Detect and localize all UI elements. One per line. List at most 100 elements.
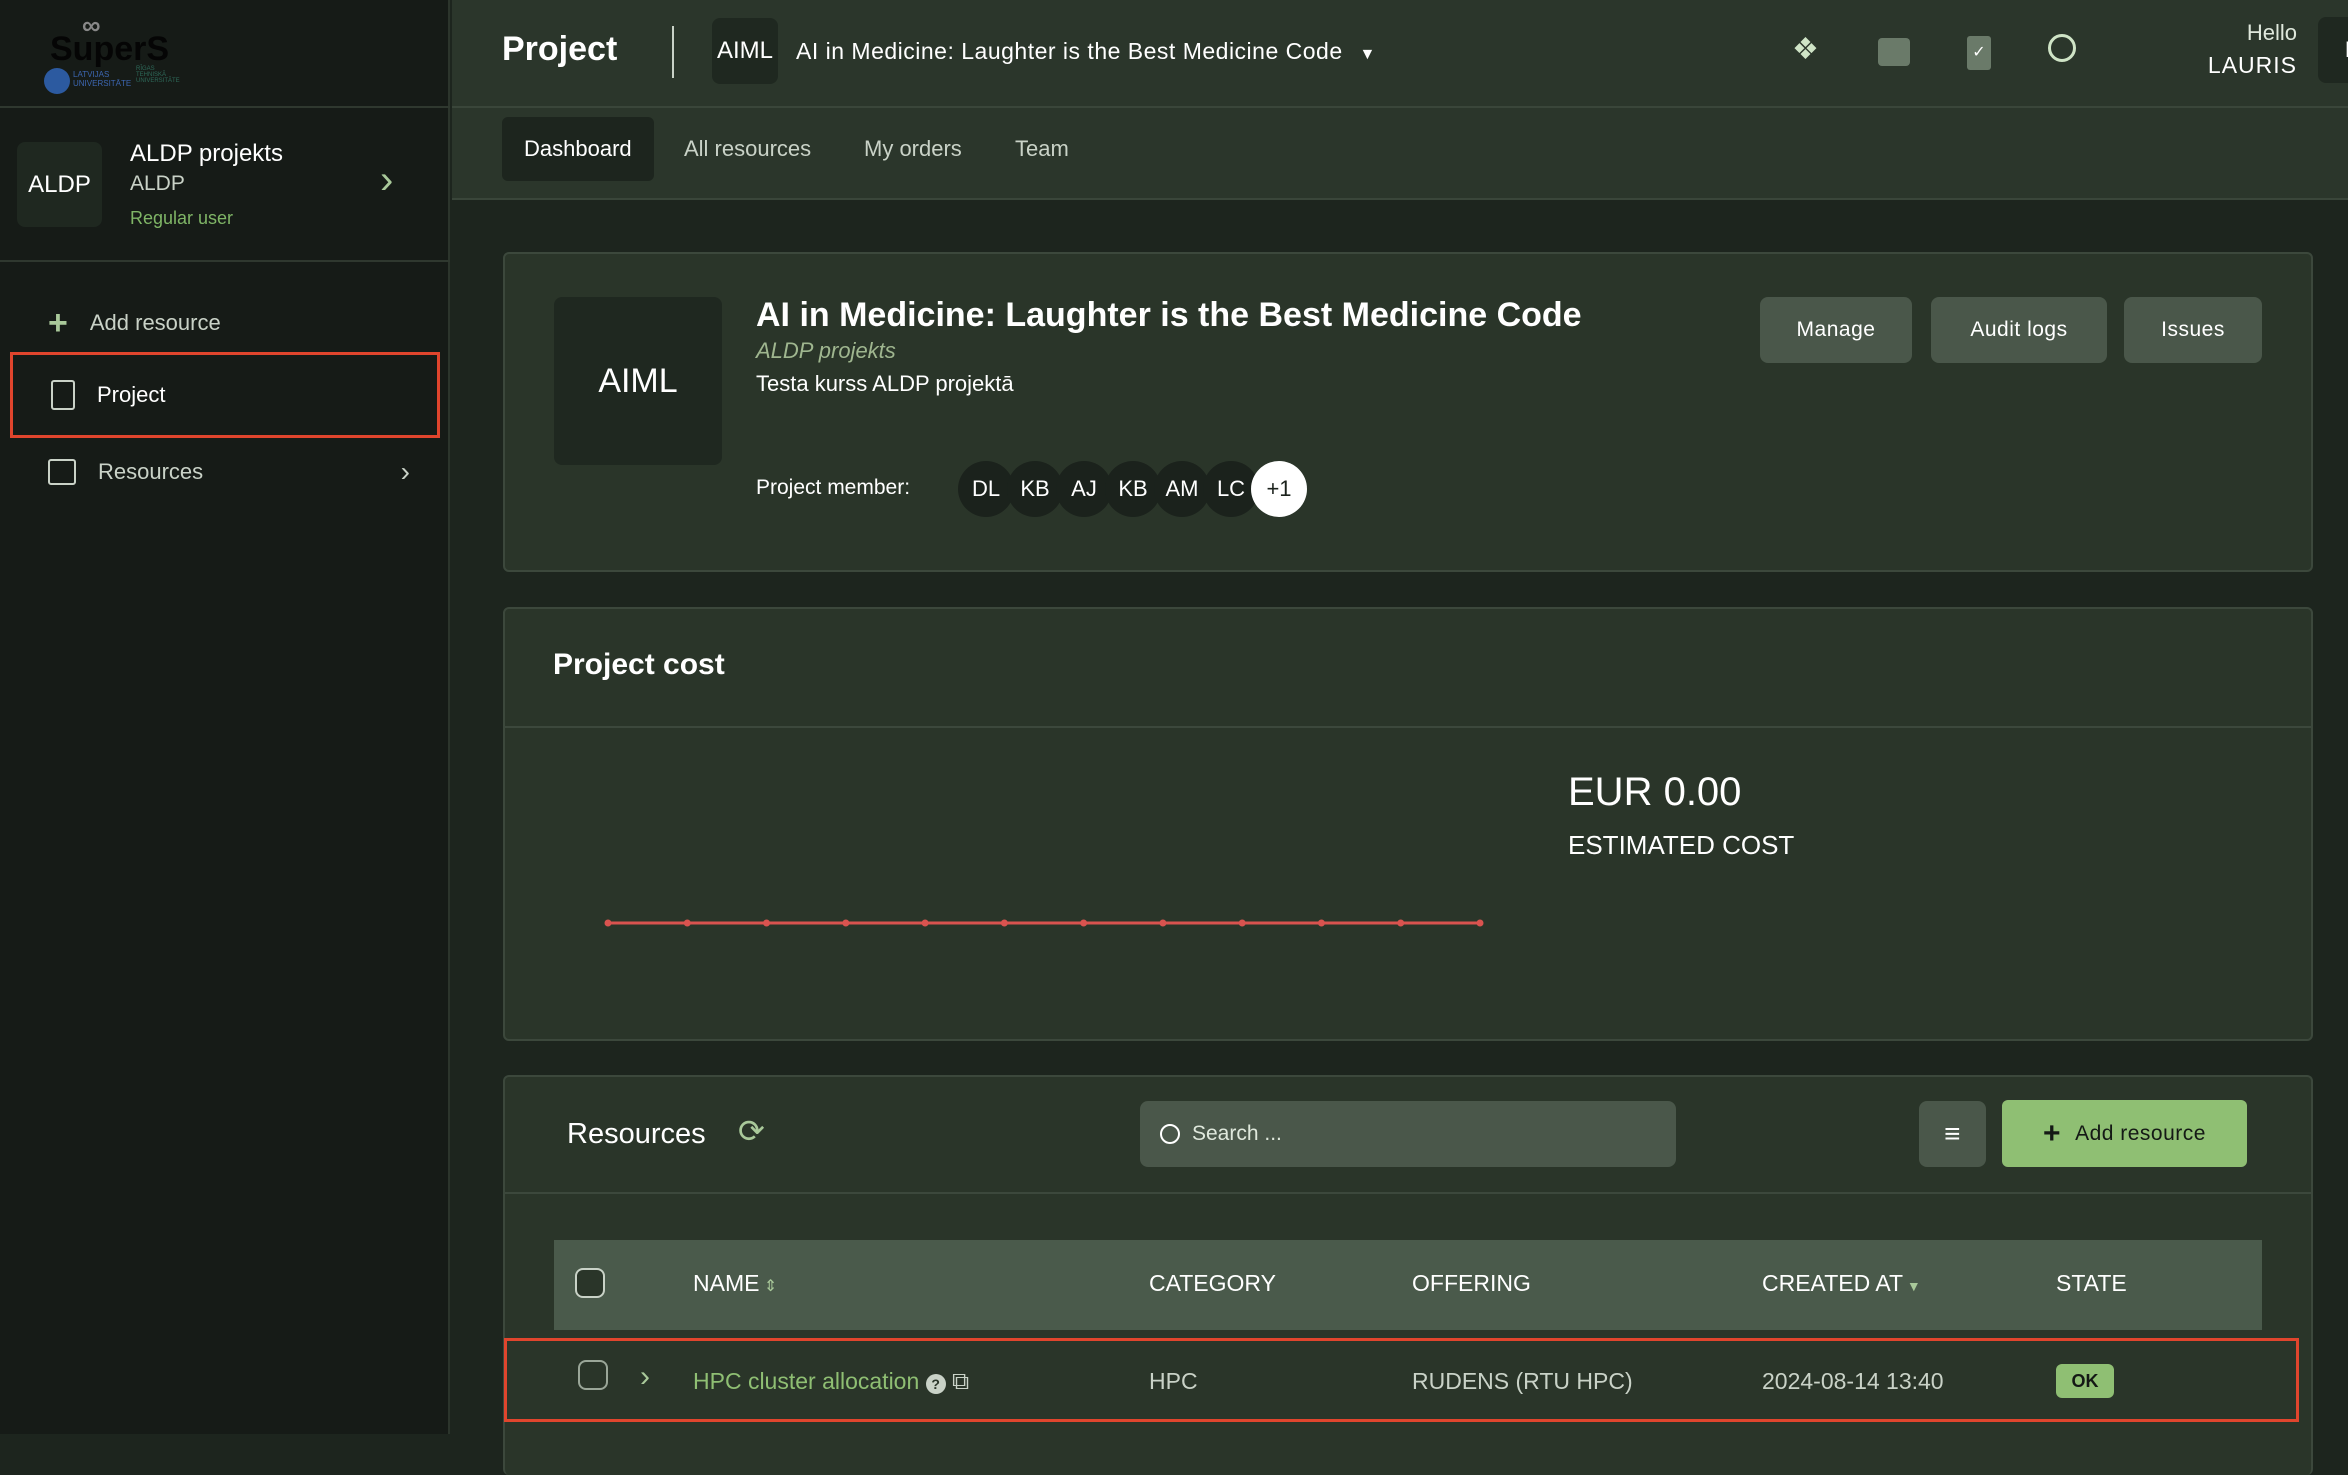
clipboard-icon [51,380,75,410]
resource-created-at: 2024-08-14 13:40 [1762,1368,1944,1394]
expand-row-icon[interactable]: › [640,1360,650,1394]
top-bar: Project AIML AI in Medicine: Laughter is… [452,0,2348,108]
column-category[interactable]: CATEGORY [1149,1270,1276,1297]
page-title: Project [502,30,618,68]
logo-text: SuperS [50,30,170,68]
estimated-cost-label: ESTIMATED COST [1568,830,1795,860]
project-title: AI in Medicine: Laughter is the Best Med… [756,296,1582,334]
select-all-checkbox[interactable] [575,1268,605,1298]
tab-all-resources[interactable]: All resources [662,117,833,181]
cost-data-point [604,919,612,927]
project-name: AI in Medicine: Laughter is the Best Med… [796,38,1343,64]
partner-lu: LATVIJAS UNIVERSITĀTE [73,70,132,88]
cost-data-point [683,919,691,927]
project-selector[interactable]: AI in Medicine: Laughter is the Best Med… [796,38,1376,65]
project-org-link[interactable]: ALDP projekts [756,338,896,364]
row-checkbox[interactable] [578,1360,608,1390]
drawer-icon [48,459,76,485]
copy-icon[interactable]: ⧉ [952,1368,969,1395]
column-label: CREATED AT [1762,1270,1903,1296]
caret-down-icon: ▼ [1359,46,1376,63]
plus-icon: + [48,303,68,342]
sidebar-item-add-resource[interactable]: + Add resource [10,287,440,359]
resource-offering: RUDENS (RTU HPC) [1412,1368,1633,1394]
search-placeholder: Search ... [1192,1122,1282,1145]
resources-title: Resources [567,1118,706,1150]
resource-name[interactable]: HPC cluster allocation ? ⧉ [693,1368,969,1396]
org-short: ALDP [130,172,185,195]
sort-desc-icon: ▼ [1903,1278,1921,1294]
tab-my-orders[interactable]: My orders [842,117,984,181]
cost-data-point [1080,919,1088,927]
member-avatar[interactable]: AM [1154,461,1210,517]
more-members-badge[interactable]: +1 [1251,461,1307,517]
add-resource-button[interactable]: + Add resource [2002,1100,2247,1167]
cost-data-point [1000,919,1008,927]
sidebar-item-label: Project [97,382,166,407]
search-input[interactable]: Search ... [1140,1101,1676,1167]
member-avatar[interactable]: DL [958,461,1014,517]
plus-icon: + [2043,1116,2062,1150]
greeting: Hello [2246,20,2297,45]
members-label: Project member: [756,476,911,499]
resource-category: HPC [1149,1368,1198,1394]
partner-rtu: RĪGAS TEHNISKĀ UNIVERSITĀTE [136,66,180,84]
audit-logs-button[interactable]: Audit logs [1931,297,2107,363]
org-name: ALDP projekts [130,140,283,167]
cost-data-point [1476,919,1484,927]
chevron-right-icon[interactable]: › [380,158,393,203]
divider [672,26,674,78]
cost-data-point [1397,919,1405,927]
sidebar-item-project[interactable]: Project [10,352,440,438]
tab-dashboard[interactable]: Dashboard [502,117,654,181]
column-label: NAME [693,1270,760,1296]
project-logo: AIML [554,297,722,465]
member-avatar[interactable]: KB [1007,461,1063,517]
sidebar-item-resources[interactable]: Resources › [10,436,440,508]
refresh-icon[interactable]: ⟳ [738,1112,765,1150]
sidebar-item-label: Add resource [89,310,221,335]
cost-chart [604,919,1484,927]
chevron-right-icon: › [400,456,410,487]
tab-team[interactable]: Team [993,117,1091,181]
manage-button[interactable]: Manage [1760,297,1912,363]
cost-data-point [1238,919,1246,927]
column-name[interactable]: NAME ⇕ [693,1270,777,1297]
marketplace-icon[interactable]: ❖ [1792,32,1819,67]
divider [505,726,2311,728]
user-avatar[interactable]: L [2318,17,2348,83]
cost-data-point [1317,919,1325,927]
add-resource-label: Add resource [2075,1121,2206,1145]
project-description: Testa kurss ALDP projektā [756,371,1014,396]
lu-seal-icon [44,68,70,94]
status-badge: OK [2056,1364,2114,1398]
member-avatar[interactable]: AJ [1056,461,1112,517]
help-icon[interactable]: ? [925,1374,946,1394]
user-name: LAURIS [2207,52,2297,78]
logo[interactable]: ∞ SuperS LATVIJAS UNIVERSITĀTE RĪGAS TEH… [0,0,450,108]
cost-data-point [921,919,929,927]
column-created-at[interactable]: CREATED AT ▼ [1762,1270,1921,1297]
resource-name-link[interactable]: HPC cluster allocation [693,1368,919,1394]
search-icon [1160,1124,1180,1144]
table-header [554,1240,2262,1330]
chat-icon[interactable] [1878,38,1910,66]
column-offering[interactable]: OFFERING [1412,1270,1531,1297]
search-icon[interactable] [2048,34,2076,62]
cost-data-point [842,919,850,927]
clipboard-check-icon[interactable]: ✓ [1967,36,1991,70]
estimated-cost-value: EUR 0.00 [1568,770,1742,814]
organization-card[interactable]: ALDP ALDP projekts ALDP Regular user › [0,108,450,262]
sort-icon: ⇕ [759,1278,778,1295]
cost-data-point [763,919,771,927]
issues-button[interactable]: Issues [2124,297,2262,363]
filter-button[interactable]: ≡ [1919,1101,1986,1167]
user-role: Regular user [130,208,234,228]
cost-title: Project cost [553,648,725,681]
project-avatar: AIML [712,18,778,84]
member-avatar[interactable]: KB [1105,461,1161,517]
sidebar-item-label: Resources [98,459,204,484]
sidebar: ∞ SuperS LATVIJAS UNIVERSITĀTE RĪGAS TEH… [0,0,450,1434]
column-state[interactable]: STATE [2056,1270,2127,1297]
org-avatar: ALDP [17,142,102,227]
